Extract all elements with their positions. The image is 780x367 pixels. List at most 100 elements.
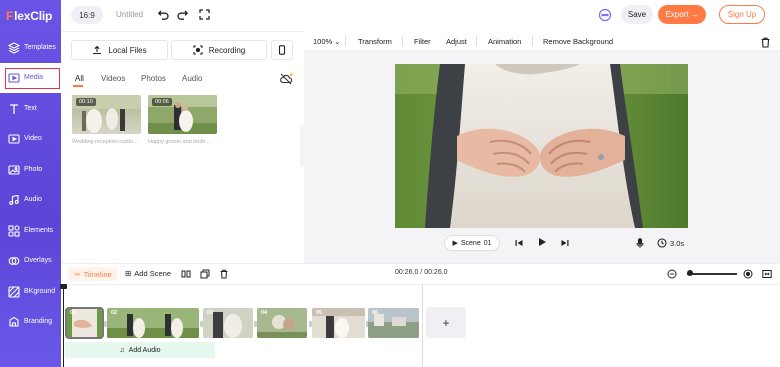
editor-area: 100% ⌄ Transform Filter Adjust Animation… xyxy=(304,31,780,263)
playhead-handle[interactable] xyxy=(60,284,67,289)
playback-bar: ▶ Scene 01 3.0s xyxy=(304,232,780,254)
duplicate-icon[interactable] xyxy=(200,269,210,279)
sign-up-button[interactable]: Sign Up xyxy=(719,5,765,24)
scene-clip[interactable]: 05 xyxy=(312,308,365,338)
sidebar-item-audio[interactable]: Audio xyxy=(0,185,61,215)
timeline-end-marker xyxy=(422,284,423,367)
scene-clip[interactable]: 04 xyxy=(257,308,307,338)
sidebar-item-elements[interactable]: Elements xyxy=(0,216,61,246)
tab-audio[interactable]: Audio xyxy=(182,74,202,83)
sidebar-item-overlays[interactable]: Overlays xyxy=(0,246,61,276)
export-button[interactable]: Export → xyxy=(658,5,706,24)
playhead[interactable] xyxy=(63,284,64,367)
microphone-icon[interactable] xyxy=(635,238,645,248)
divider xyxy=(345,36,346,46)
scene-clip[interactable]: 02 xyxy=(107,308,199,338)
media-caption: Wedding reception outdo... xyxy=(72,139,138,145)
edit-toolbar: 100% ⌄ Transform Filter Adjust Animation… xyxy=(304,31,780,51)
undo-icon[interactable] xyxy=(157,8,170,21)
skip-back-icon[interactable] xyxy=(514,238,524,248)
sidebar-item-background[interactable]: BKground xyxy=(0,277,61,307)
add-audio-button[interactable]: ♫ Add Audio xyxy=(65,342,215,358)
add-scene-button[interactable]: ⊞ Add Scene xyxy=(125,269,171,278)
scene-play-button[interactable]: ▶ Scene 01 xyxy=(444,235,500,251)
sidebar-item-branding[interactable]: Branding xyxy=(0,307,61,337)
sidebar-item-label: Templates xyxy=(24,44,56,51)
split-icon[interactable] xyxy=(181,269,191,279)
sidebar-item-label: Overlays xyxy=(24,257,52,264)
fullscreen-icon[interactable] xyxy=(198,8,211,21)
plus-square-icon: ⊞ xyxy=(125,269,132,278)
text-icon xyxy=(8,103,20,115)
recording-label: Recording xyxy=(208,45,246,55)
sidebar-item-label: Audio xyxy=(24,196,42,203)
sidebar-item-video[interactable]: Video xyxy=(0,124,61,154)
zoom-slider[interactable] xyxy=(687,273,737,275)
flexclip-editor: FlexClip Templates Media Text Video Phot… xyxy=(0,0,780,367)
save-button[interactable]: Save xyxy=(621,5,653,24)
project-title[interactable]: Untitled xyxy=(116,10,143,19)
overlays-icon xyxy=(8,255,20,267)
zoom-dropdown[interactable]: 100% ⌄ xyxy=(313,37,341,46)
cloud-off-icon[interactable] xyxy=(279,72,293,85)
zoom-in-icon[interactable] xyxy=(743,269,753,279)
media-thumbnail[interactable]: 00:10 xyxy=(72,95,141,134)
sidebar-item-label: BKground xyxy=(24,288,56,295)
duration-badge: 00:10 xyxy=(76,98,96,106)
media-panel: Local Files Recording All Videos Photos … xyxy=(61,31,304,263)
scene-clip[interactable]: 01 xyxy=(65,307,104,339)
divider xyxy=(476,36,477,46)
tab-videos[interactable]: Videos xyxy=(101,74,125,83)
mobile-upload-button[interactable] xyxy=(271,40,293,60)
zoom-out-icon[interactable] xyxy=(667,269,677,279)
zoom-slider-handle[interactable] xyxy=(687,270,693,276)
sidebar-item-photo[interactable]: Photo xyxy=(0,155,61,185)
redo-icon[interactable] xyxy=(176,8,189,21)
photo-icon xyxy=(8,164,20,176)
timeline-toggle[interactable]: ✂ Timeline xyxy=(68,267,118,281)
logo-text: lexClip xyxy=(14,9,53,23)
media-highlight-box xyxy=(5,68,60,89)
local-files-button[interactable]: Local Files xyxy=(71,40,168,60)
adjust-button[interactable]: Adjust xyxy=(446,37,467,46)
arrow-right-icon: → xyxy=(690,10,699,19)
add-scene-plus-button[interactable]: + xyxy=(426,307,466,338)
play-icon[interactable] xyxy=(537,237,548,248)
chat-icon[interactable] xyxy=(598,8,612,22)
transform-button[interactable]: Transform xyxy=(358,37,392,46)
video-preview[interactable] xyxy=(395,64,688,228)
skip-forward-icon[interactable] xyxy=(560,238,570,248)
clock-icon xyxy=(657,238,667,248)
clip-number: 02 xyxy=(111,310,118,316)
upload-icon xyxy=(93,45,102,55)
recording-button[interactable]: Recording xyxy=(171,40,267,60)
fit-timeline-icon[interactable] xyxy=(762,269,772,279)
branding-icon xyxy=(8,316,20,328)
scene-clip[interactable]: 03 xyxy=(203,308,253,338)
play-small-icon: ▶ xyxy=(452,240,458,247)
flexclip-logo[interactable]: FlexClip xyxy=(6,9,52,23)
plus-icon: + xyxy=(442,315,450,330)
animation-button[interactable]: Animation xyxy=(488,37,521,46)
sidebar-item-templates[interactable]: Templates xyxy=(0,33,61,63)
divider xyxy=(402,36,403,46)
scene-duration[interactable]: 3.0s xyxy=(670,239,684,248)
video-icon xyxy=(8,133,20,145)
sidebar-item-label: Text xyxy=(24,105,37,112)
clip-number: 03 xyxy=(207,310,214,316)
remove-background-button[interactable]: Remove Background xyxy=(543,37,613,46)
aspect-ratio-button[interactable]: 16:9 xyxy=(71,6,103,24)
media-thumbnail[interactable]: 00:06 xyxy=(148,95,217,134)
tab-photos[interactable]: Photos xyxy=(141,74,166,83)
delete-icon[interactable] xyxy=(219,269,229,279)
sidebar-item-label: Photo xyxy=(24,166,43,173)
scene-clip[interactable]: 06 xyxy=(368,308,419,338)
clip-number: 05 xyxy=(316,310,323,316)
filter-button[interactable]: Filter xyxy=(414,37,431,46)
tab-all[interactable]: All xyxy=(75,74,84,83)
time-display: 00:26.0 / 00:26.0 xyxy=(395,269,448,276)
templates-icon xyxy=(8,42,20,54)
sidebar-item-text[interactable]: Text xyxy=(0,94,61,124)
media-caption: Happy groom and bride ... xyxy=(148,139,212,145)
trash-icon[interactable] xyxy=(760,35,771,48)
